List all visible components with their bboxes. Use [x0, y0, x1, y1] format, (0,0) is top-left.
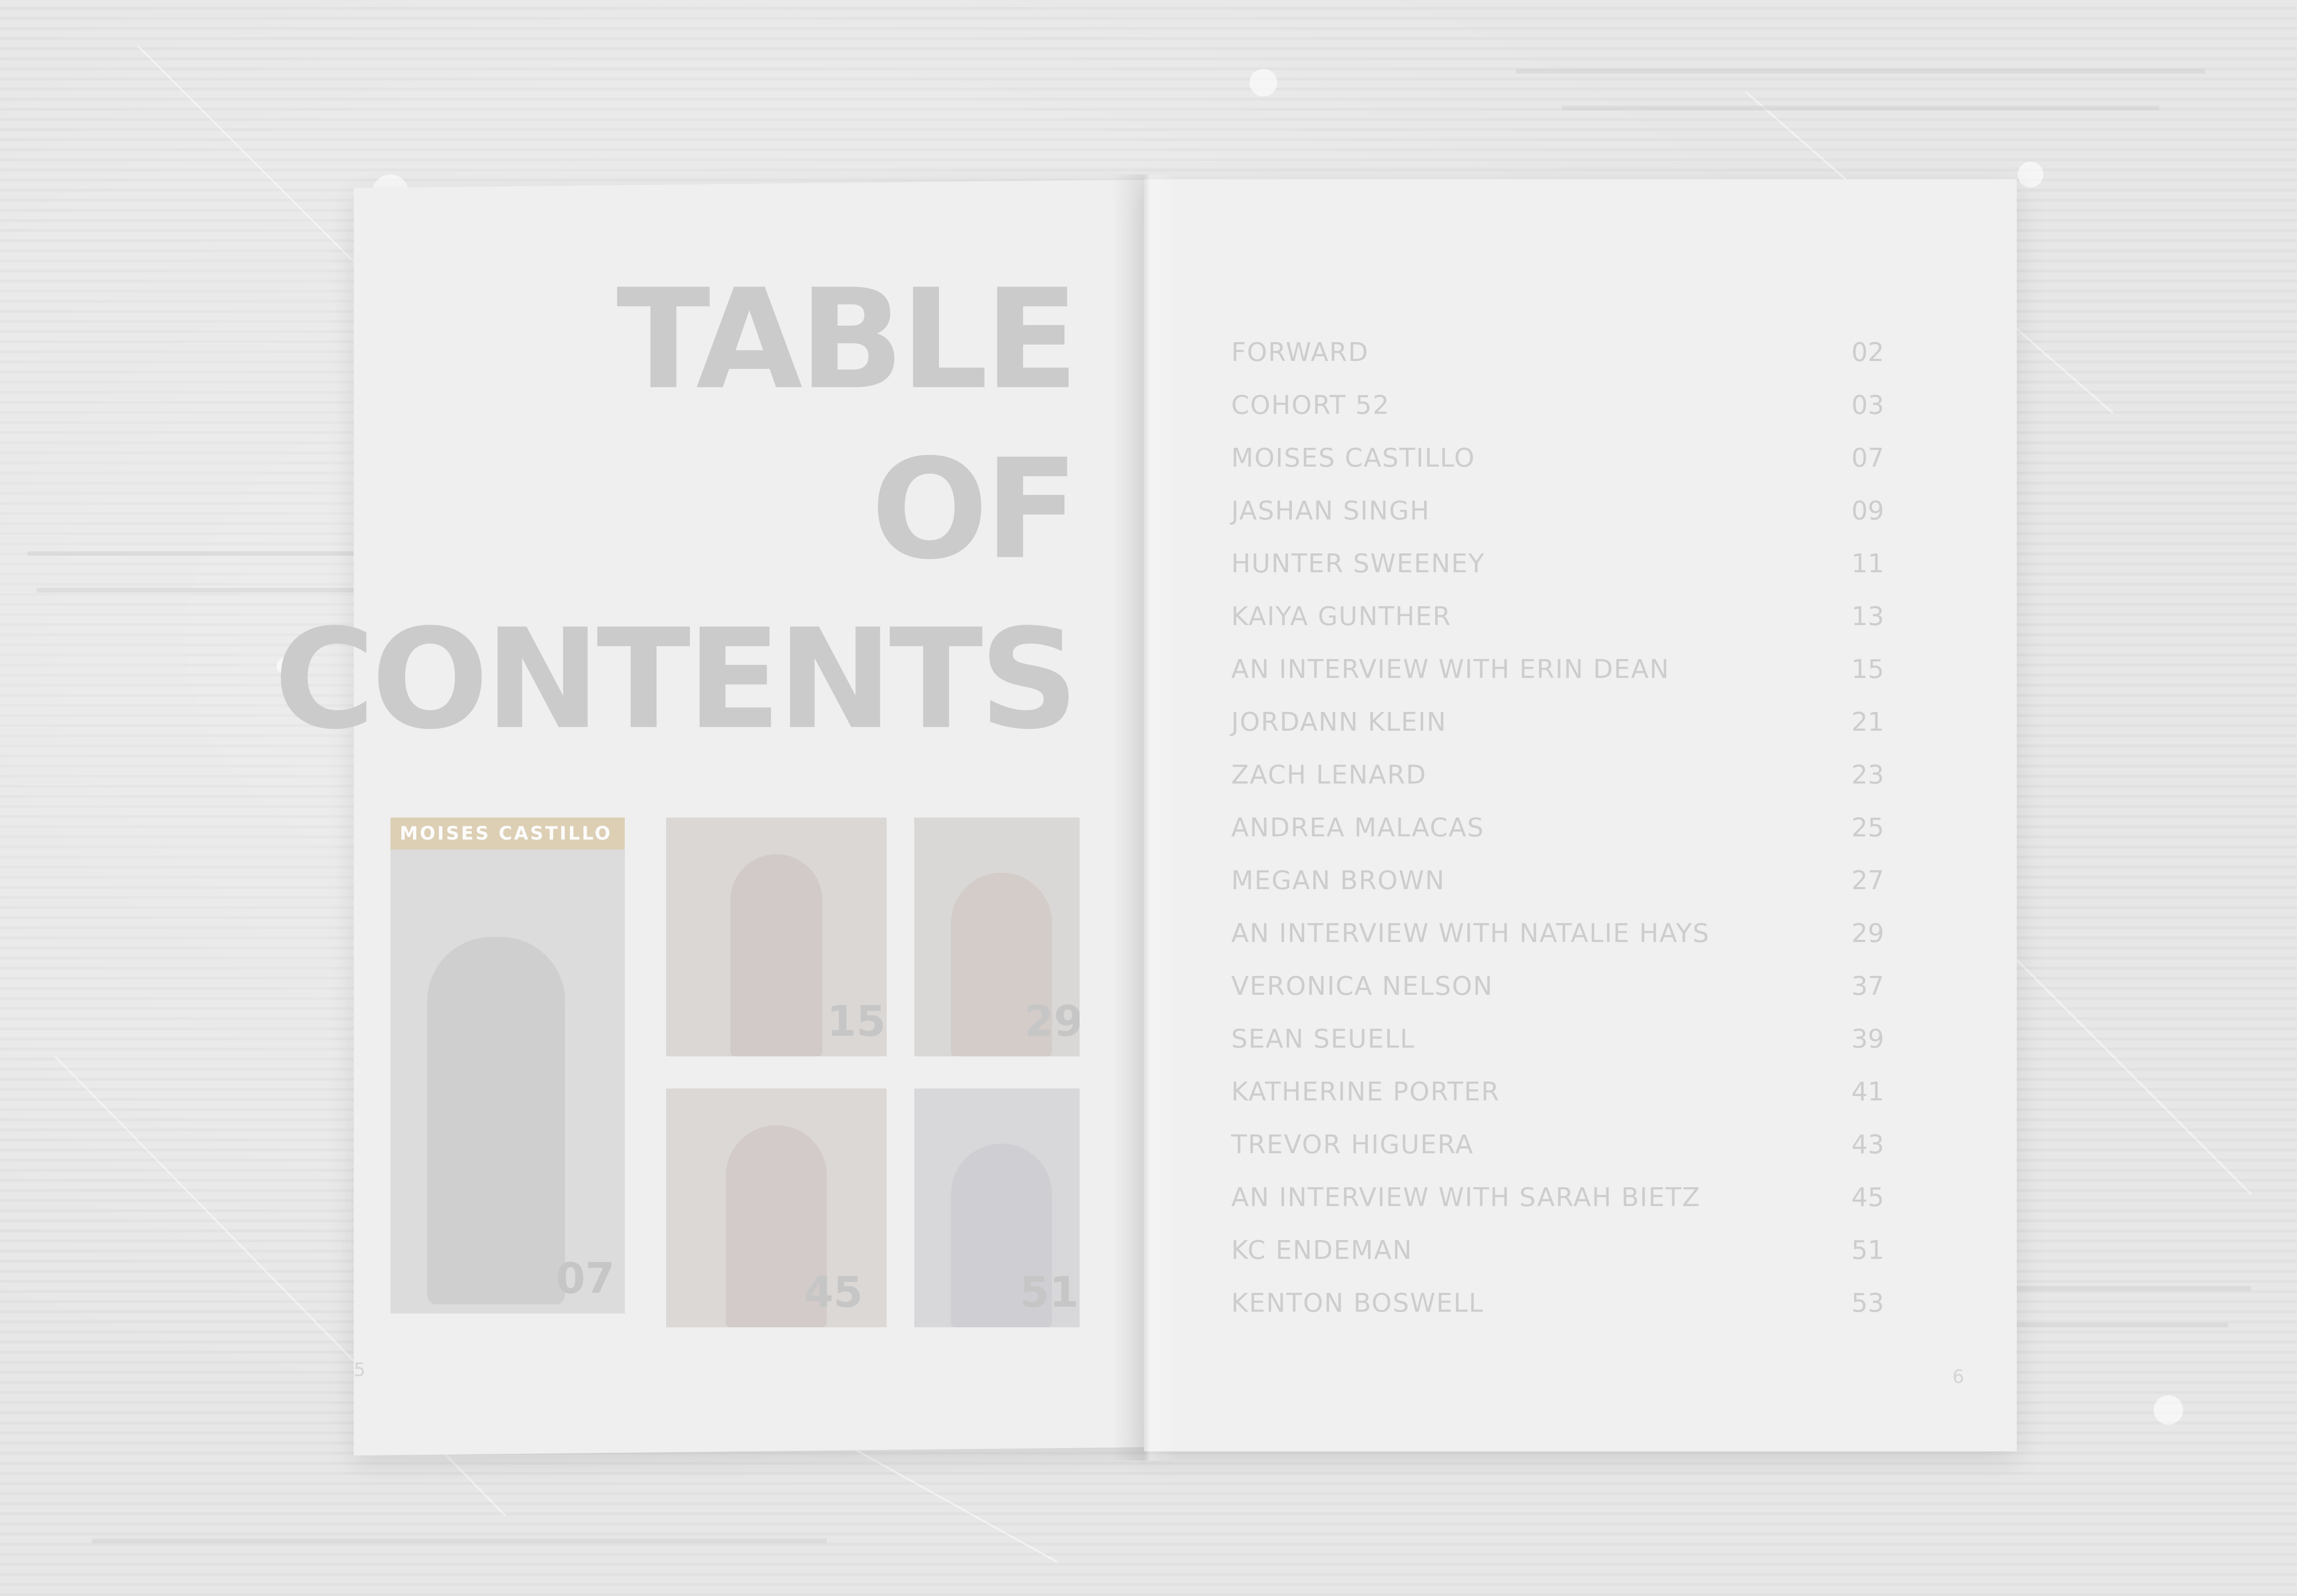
- faded-overlay: [0, 0, 2297, 1596]
